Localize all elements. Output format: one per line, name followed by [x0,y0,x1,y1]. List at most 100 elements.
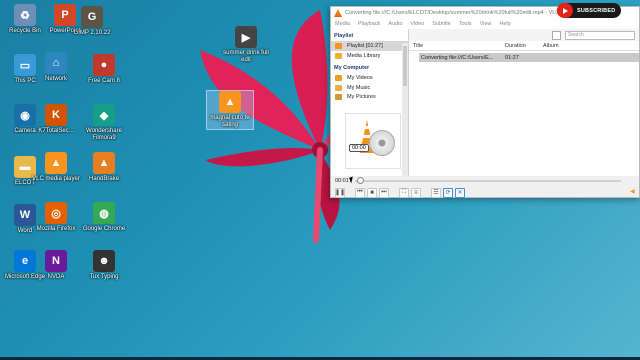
row-duration: 01:27 [505,54,519,61]
album-art: 00:00 [345,113,401,169]
vlc-cone-icon [334,9,342,17]
disc-icon [369,130,395,156]
table-row[interactable]: Converting file:///C:/Users/E... 01:27 [419,53,639,62]
desktop-icon[interactable]: ● Free Cam 8 [80,54,128,85]
seek-bar[interactable]: 00:01 [331,176,639,186]
seek-track[interactable] [354,177,621,184]
youtube-icon [557,3,573,18]
vlc-file-icon: ▲ [219,91,241,113]
desktop-icon[interactable]: ⌂ Network [32,52,80,83]
extended-settings-button[interactable]: ≡ [411,187,421,198]
desktop-icon-label: Google Chrome [82,226,126,232]
badge-label: SUBSCRIBED [577,7,616,14]
control-bar: ❚❚ ⏮ ■ ⏭ ⛶ ≡ ☰ ⟳ ✕ [331,186,639,199]
desktop-icon[interactable]: ☻ Tux Typing [80,250,128,281]
sidebar-item-label: Playlist [01:27] [347,43,383,49]
view-toggle-button[interactable] [552,30,561,40]
nvda-icon: N [45,250,67,272]
menu-item-view[interactable]: View [476,21,496,27]
desktop-icon-label: Wondershare Filmora9 [86,128,122,141]
gimp-icon: G [81,6,103,28]
playlist-header: Playlist [334,33,354,39]
desktop-icon[interactable]: K K7TotalSec... [32,104,80,135]
menu-item-video[interactable]: Video [406,21,428,27]
menu-item-tools[interactable]: Tools [455,21,476,27]
sidebar-item-videos[interactable]: My Videos [331,73,408,83]
vlc-icon: ▲ [45,152,67,174]
chrome-icon: ◍ [93,202,115,224]
menu-item-playback[interactable]: Playback [354,21,384,27]
desktop-icon-label: Network [44,76,67,82]
handbrake-icon: ▲ [93,152,115,174]
sidebar-item-media-library[interactable]: Media Library [331,51,408,61]
menu-item-audio[interactable]: Audio [384,21,406,27]
playlist-button[interactable]: ☰ [431,187,441,198]
art-time: 00:00 [349,144,369,152]
menu-item-help[interactable]: Help [495,21,514,27]
desktop-icon-label: summer drink full edit [223,50,269,63]
sidebar-scrollbar[interactable] [402,43,408,176]
table-header: Title Duration Album [409,41,639,51]
desktop-icon-label: Mozilla Firefox [36,226,76,232]
desktop-icon[interactable]: ▶ summer drink full edit [222,26,270,64]
sidebar-item-playlist[interactable]: Playlist [01:27] [331,41,408,51]
video-file-icon: ▶ [235,26,257,48]
desktop-icon[interactable]: ▲ VLC media player [32,152,80,183]
filmora-icon: ◆ [93,104,115,126]
sidebar-item-label: My Music [347,85,371,91]
shuffle-button[interactable]: ✕ [455,187,465,198]
network-icon: ⌂ [45,52,67,74]
desktop-icon-label: HandBrake [88,176,120,182]
loop-button[interactable]: ⟳ [443,187,453,198]
seek-handle[interactable] [357,177,365,184]
desktop-icon-label: GIMP 2.10.22 [73,30,111,36]
sidebar-item-label: Media Library [347,53,381,59]
column-album[interactable]: Album [543,43,559,49]
row-title: Converting file:///C:/Users/E... [421,54,494,61]
menu-item-media[interactable]: Media [331,21,354,27]
search-input[interactable]: Search [565,30,635,40]
desktop-icon-label: Tux Typing [89,274,119,280]
desktop-icon[interactable]: ◆ Wondershare Filmora9 [80,104,128,142]
elapsed-time: 00:01 [335,178,349,184]
window-title: Converting file:///C:/Users/ELCOT/Deskto… [345,10,593,16]
firefox-icon: ◎ [45,202,67,224]
menu-bar: Media Playback Audio Video Subtitle Tools View… [331,19,639,29]
column-duration[interactable]: Duration [505,43,526,49]
pictures-icon [335,93,342,100]
subscribed-badge: SUBSCRIBED [557,3,622,18]
desktop-icon[interactable]: G GIMP 2.10.22 [68,6,116,37]
desktop-icon-label: NVDA [47,274,65,280]
desktop-icon-label: magnal cuto te sating [210,115,250,128]
vlc-window[interactable]: Converting file:///C:/Users/ELCOT/Deskto… [330,6,640,198]
next-button[interactable]: ⏭ [379,187,389,198]
desktop-icon-label: K7TotalSec... [38,128,74,134]
desktop-icon[interactable]: ◍ Google Chrome [80,202,128,233]
desktop-icon[interactable]: ▲ magnal cuto te sating [206,90,254,130]
media-library-icon [335,53,342,59]
free-cam-icon: ● [93,54,115,76]
desktop-icon[interactable]: N NVDA [32,250,80,281]
desktop-icon[interactable]: ◎ Mozilla Firefox [32,202,80,233]
videos-icon [335,75,342,81]
previous-button[interactable]: ⏮ [355,187,365,198]
music-icon [335,85,342,91]
k7-icon: K [45,104,67,126]
desktop-icon-label: Free Cam 8 [88,78,120,84]
desktop-icon[interactable]: ▲ HandBrake [80,152,128,183]
fullscreen-button[interactable]: ⛶ [399,187,409,198]
desktop-icon-label: VLC media player [32,176,80,182]
playlist-view: Search Title Duration Album Converting f… [409,29,639,176]
sidebar-item-music[interactable]: My Music [331,83,408,93]
volume-icon[interactable]: ◀ [630,188,638,196]
column-title[interactable]: Title [413,43,423,49]
sidebar-item-label: My Pictures [347,93,376,100]
recycle-bin-icon: ♻ [14,4,36,26]
sidebar-item-pictures[interactable]: My Pictures [331,93,408,100]
stop-button[interactable]: ■ [367,187,377,198]
sidebar: Playlist Playlist [01:27] Media Library … [331,29,409,176]
computer-header: My Computer [334,65,370,71]
tux-icon: ☻ [93,250,115,272]
pause-button[interactable]: ❚❚ [335,187,345,198]
menu-item-subtitle[interactable]: Subtitle [428,21,454,27]
